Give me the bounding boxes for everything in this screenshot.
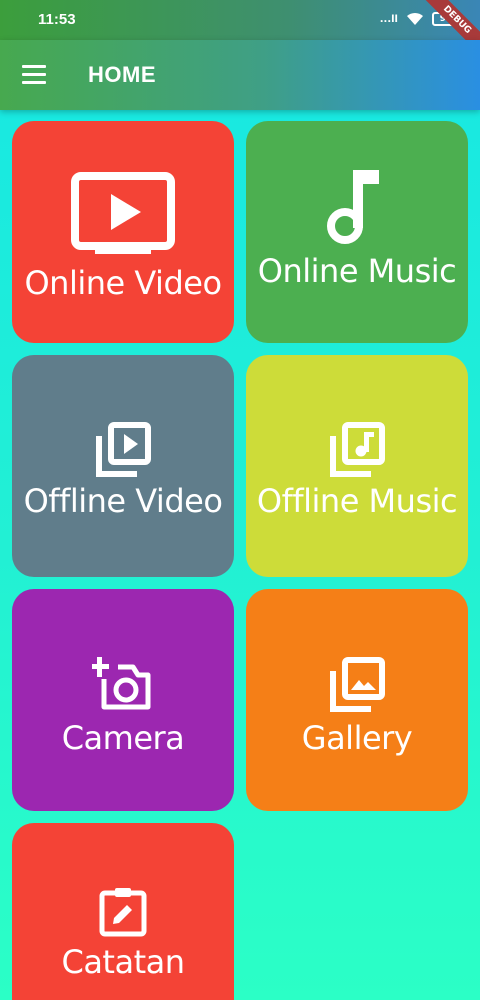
page-title: HOME <box>88 62 156 87</box>
add-a-photo-icon <box>92 657 151 710</box>
menu-icon[interactable] <box>22 65 46 85</box>
tile-label: Gallery <box>301 719 413 757</box>
tile-label: Camera <box>61 719 185 757</box>
tile-camera[interactable]: Camera <box>12 589 234 811</box>
music-note-icon <box>327 170 379 244</box>
tile-label: Offline Music <box>256 482 458 520</box>
tile-label: Online Music <box>257 252 457 290</box>
signal-icon: ...ll <box>379 13 398 25</box>
tile-online-music[interactable]: Online Music <box>246 121 468 343</box>
wifi-icon <box>407 12 423 25</box>
tile-catatan[interactable]: Catatan <box>12 823 234 1000</box>
tile-gallery[interactable]: Gallery <box>246 589 468 811</box>
ondemand-video-icon <box>71 172 175 254</box>
app-bar: HOME <box>0 40 480 110</box>
status-time: 11:53 <box>38 11 76 28</box>
status-bar: 11:53 ...ll 96 DEBUG <box>0 0 480 58</box>
tile-label: Offline Video <box>23 482 223 520</box>
video-library-icon <box>96 422 151 477</box>
tile-offline-video[interactable]: Offline Video <box>12 355 234 577</box>
tile-label: Catatan <box>61 943 185 981</box>
assignment-edit-icon <box>99 888 147 937</box>
tile-online-video[interactable]: Online Video <box>12 121 234 343</box>
photo-library-icon <box>330 657 385 712</box>
tile-offline-music[interactable]: Offline Music <box>246 355 468 577</box>
tile-label: Online Video <box>24 264 222 302</box>
library-music-icon <box>330 422 385 477</box>
